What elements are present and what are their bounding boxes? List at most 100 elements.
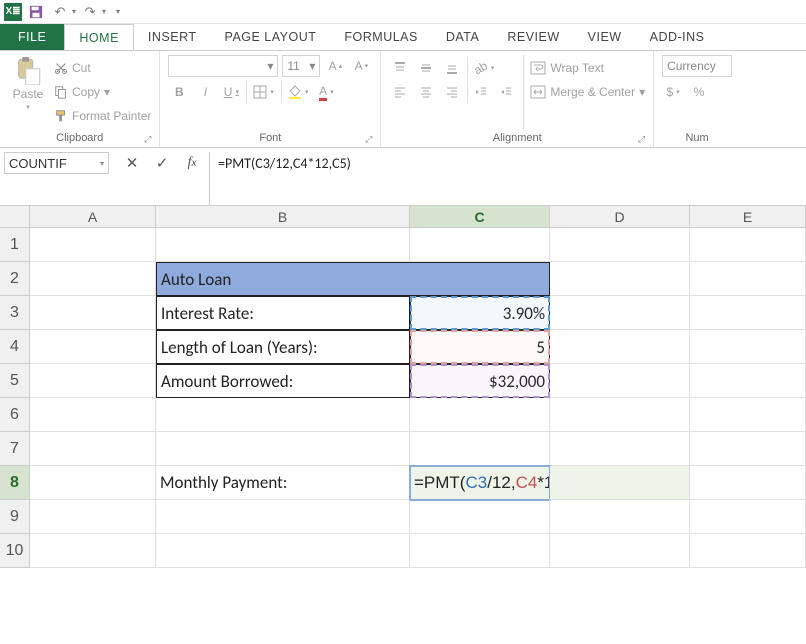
tab-home[interactable]: HOME bbox=[64, 24, 134, 50]
row-header-4[interactable]: 4 bbox=[0, 330, 30, 364]
cell-e5[interactable] bbox=[690, 364, 806, 398]
cell-d1[interactable] bbox=[550, 228, 690, 262]
cell-e4[interactable] bbox=[690, 330, 806, 364]
cell-d2[interactable] bbox=[550, 262, 690, 296]
align-right-icon[interactable] bbox=[441, 81, 463, 103]
tab-insert[interactable]: INSERT bbox=[134, 24, 211, 50]
cut-button[interactable]: Cut bbox=[54, 57, 151, 79]
currency-button[interactable]: $▾ bbox=[662, 81, 684, 103]
cell-b4[interactable]: Length of Loan (Years): bbox=[156, 330, 410, 364]
cell-b6[interactable] bbox=[156, 398, 410, 432]
row-header-2[interactable]: 2 bbox=[0, 262, 30, 296]
align-middle-icon[interactable] bbox=[415, 57, 437, 79]
cell-a5[interactable] bbox=[30, 364, 156, 398]
number-format-select[interactable]: Currency bbox=[662, 55, 732, 77]
cell-b10[interactable] bbox=[156, 534, 410, 568]
cell-e3[interactable] bbox=[690, 296, 806, 330]
alignment-launcher-icon[interactable]: ⤢ bbox=[638, 134, 645, 145]
cell-e1[interactable] bbox=[690, 228, 806, 262]
percent-button[interactable]: % bbox=[688, 81, 710, 103]
decrease-indent-icon[interactable] bbox=[467, 81, 491, 103]
decrease-font-icon[interactable]: A▾ bbox=[350, 55, 372, 77]
cell-a2[interactable] bbox=[30, 262, 156, 296]
align-top-icon[interactable] bbox=[389, 57, 411, 79]
cell-e9[interactable] bbox=[690, 500, 806, 534]
fill-color-button[interactable]: ▾ bbox=[281, 81, 312, 103]
cell-d3[interactable] bbox=[550, 296, 690, 330]
align-center-icon[interactable] bbox=[415, 81, 437, 103]
cell-b8[interactable]: Monthly Payment: bbox=[156, 466, 410, 500]
orientation-icon[interactable]: ab▾ bbox=[467, 57, 497, 79]
redo-icon[interactable]: ↷ bbox=[80, 2, 100, 22]
format-painter-button[interactable]: Format Painter bbox=[54, 105, 151, 127]
paste-button[interactable]: Paste ▾ bbox=[8, 55, 48, 130]
underline-button[interactable]: U▾ bbox=[220, 81, 242, 103]
cell-a9[interactable] bbox=[30, 500, 156, 534]
cell-c1[interactable] bbox=[410, 228, 550, 262]
cell-a10[interactable] bbox=[30, 534, 156, 568]
copy-button[interactable]: Copy▾ bbox=[54, 81, 151, 103]
col-header-a[interactable]: A bbox=[30, 206, 156, 228]
font-family-select[interactable]: ▾ bbox=[168, 55, 278, 77]
cell-e6[interactable] bbox=[690, 398, 806, 432]
cell-a4[interactable] bbox=[30, 330, 156, 364]
bold-button[interactable]: B bbox=[168, 81, 190, 103]
align-bottom-icon[interactable] bbox=[441, 57, 463, 79]
cell-c10[interactable] bbox=[410, 534, 550, 568]
merge-center-button[interactable]: Merge & Center▾ bbox=[530, 81, 645, 103]
row-header-9[interactable]: 9 bbox=[0, 500, 30, 534]
cell-c3[interactable]: 3.90% bbox=[410, 296, 550, 330]
col-header-e[interactable]: E bbox=[690, 206, 806, 228]
insert-function-icon[interactable]: fx bbox=[181, 152, 203, 174]
row-header-6[interactable]: 6 bbox=[0, 398, 30, 432]
select-all-corner[interactable] bbox=[0, 206, 30, 228]
undo-dropdown-icon[interactable]: ▾ bbox=[72, 7, 76, 16]
cell-a6[interactable] bbox=[30, 398, 156, 432]
cell-a7[interactable] bbox=[30, 432, 156, 466]
font-color-button[interactable]: A▾ bbox=[315, 81, 337, 103]
italic-button[interactable]: I bbox=[194, 81, 216, 103]
col-header-b[interactable]: B bbox=[156, 206, 410, 228]
cell-c9[interactable] bbox=[410, 500, 550, 534]
wrap-text-button[interactable]: Wrap Text bbox=[530, 57, 645, 79]
cell-d10[interactable] bbox=[550, 534, 690, 568]
enter-formula-icon[interactable]: ✓ bbox=[151, 152, 173, 174]
cell-a1[interactable] bbox=[30, 228, 156, 262]
cell-b1[interactable] bbox=[156, 228, 410, 262]
tab-data[interactable]: DATA bbox=[432, 24, 493, 50]
cell-b7[interactable] bbox=[156, 432, 410, 466]
cell-e2[interactable] bbox=[690, 262, 806, 296]
increase-indent-icon[interactable] bbox=[495, 81, 517, 103]
cell-d4[interactable] bbox=[550, 330, 690, 364]
cell-d8[interactable] bbox=[550, 466, 690, 500]
tab-view[interactable]: VIEW bbox=[574, 24, 636, 50]
cell-b2[interactable]: Auto Loan bbox=[156, 262, 550, 296]
name-box[interactable]: COUNTIF ▾ bbox=[4, 152, 109, 174]
cell-b3[interactable]: Interest Rate: bbox=[156, 296, 410, 330]
name-box-dropdown-icon[interactable]: ▾ bbox=[100, 159, 104, 168]
row-header-1[interactable]: 1 bbox=[0, 228, 30, 262]
cell-c7[interactable] bbox=[410, 432, 550, 466]
cell-a8[interactable] bbox=[30, 466, 156, 500]
row-header-5[interactable]: 5 bbox=[0, 364, 30, 398]
cell-b5[interactable]: Amount Borrowed: bbox=[156, 364, 410, 398]
formula-bar[interactable]: =PMT(C3/12,C4*12,C5) bbox=[209, 152, 806, 206]
row-header-8[interactable]: 8 bbox=[0, 466, 30, 500]
cell-e7[interactable] bbox=[690, 432, 806, 466]
cancel-formula-icon[interactable]: ✕ bbox=[121, 152, 143, 174]
row-header-10[interactable]: 10 bbox=[0, 534, 30, 568]
borders-button[interactable]: ▾ bbox=[246, 81, 277, 103]
qat-customize-icon[interactable]: ▾ bbox=[116, 7, 120, 16]
increase-font-icon[interactable]: A▴ bbox=[324, 55, 346, 77]
cell-d7[interactable] bbox=[550, 432, 690, 466]
font-launcher-icon[interactable]: ⤢ bbox=[365, 134, 372, 145]
cell-b9[interactable] bbox=[156, 500, 410, 534]
save-icon[interactable] bbox=[26, 2, 46, 22]
cell-c6[interactable] bbox=[410, 398, 550, 432]
col-header-c[interactable]: C bbox=[410, 206, 550, 228]
col-header-d[interactable]: D bbox=[550, 206, 690, 228]
cell-c5[interactable]: $32,000 bbox=[410, 364, 550, 398]
clipboard-launcher-icon[interactable]: ⤢ bbox=[144, 134, 151, 145]
tab-formulas[interactable]: FORMULAS bbox=[330, 24, 431, 50]
cell-d5[interactable] bbox=[550, 364, 690, 398]
